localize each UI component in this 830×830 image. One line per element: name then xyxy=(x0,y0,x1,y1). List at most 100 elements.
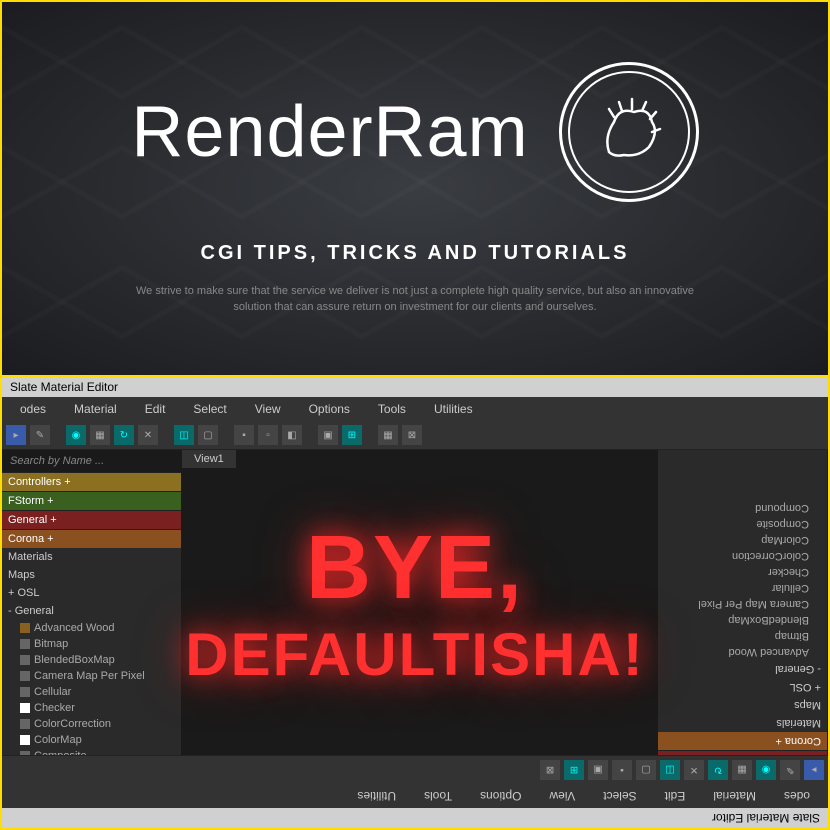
banner-header: RenderRam CGI TIPS, TRICKS AND TUTORIALS… xyxy=(2,2,828,377)
section-maps[interactable]: Maps xyxy=(2,566,181,584)
menu-item[interactable]: Edit xyxy=(651,786,700,806)
tool-icon[interactable]: ↻ xyxy=(708,760,728,780)
category-corona[interactable]: Corona + xyxy=(658,732,827,751)
swatch-icon xyxy=(20,687,30,697)
menu-bar-mirror: odes Material Edit Select View Options T… xyxy=(2,784,828,808)
tool-icon[interactable]: ◉ xyxy=(756,760,776,780)
map-item[interactable]: Camera Map Per Pixel xyxy=(2,668,181,684)
map-item[interactable]: Advanced Wood xyxy=(2,620,181,636)
search-input[interactable]: Search by Name ... xyxy=(2,450,181,472)
menu-edit[interactable]: Edit xyxy=(131,399,180,419)
map-item[interactable]: ColorMap xyxy=(658,532,827,548)
menu-item[interactable]: Tools xyxy=(410,786,466,806)
assign-material-icon[interactable]: ◉ xyxy=(66,425,86,445)
menu-item[interactable]: odes xyxy=(770,786,824,806)
section[interactable]: - General xyxy=(658,660,827,678)
menu-utilities[interactable]: Utilities xyxy=(420,399,487,419)
tool-icon[interactable]: ◧ xyxy=(282,425,302,445)
menu-item[interactable]: Utilities xyxy=(343,786,410,806)
category-corona[interactable]: Corona + xyxy=(2,529,181,548)
banner-tagline: We strive to make sure that the service … xyxy=(135,283,695,316)
section[interactable]: Materials xyxy=(658,714,827,732)
menu-options[interactable]: Options xyxy=(295,399,364,419)
overlay-line2: DEFAULTISHA! xyxy=(185,620,645,689)
toolbar: ▸ ✎ ◉ ▦ ↻ ✕ ◫ ▢ ▪ ▫ ◧ ▣ ⊞ ▦ ⊠ xyxy=(2,421,828,450)
swatch-icon xyxy=(20,719,30,729)
tool-icon[interactable]: ▢ xyxy=(636,760,656,780)
map-item[interactable]: BlendedBoxMap xyxy=(2,652,181,668)
overlay-caption: BYE, DEFAULTISHA! xyxy=(185,517,645,689)
brand-row: RenderRam xyxy=(131,62,698,202)
map-item[interactable]: Advanced Wood xyxy=(658,644,827,660)
tool-icon[interactable]: ▦ xyxy=(732,760,752,780)
map-item[interactable]: Cellular xyxy=(2,684,181,700)
logo-icon xyxy=(559,62,699,202)
swatch-icon xyxy=(20,735,30,745)
menu-bar: odes Material Edit Select View Options T… xyxy=(2,397,828,421)
view-tab[interactable]: View1 xyxy=(182,450,236,468)
swatch-icon xyxy=(20,671,30,681)
banner-subtitle: CGI TIPS, TRICKS AND TUTORIALS xyxy=(201,242,630,265)
menu-select[interactable]: Select xyxy=(179,399,240,419)
eyedropper-tool-icon[interactable]: ✎ xyxy=(30,425,50,445)
menu-view[interactable]: View xyxy=(241,399,295,419)
swatch-icon xyxy=(20,639,30,649)
tool-icon[interactable]: ▦ xyxy=(378,425,398,445)
section-general[interactable]: - General xyxy=(2,602,181,620)
tool-icon[interactable]: ⊠ xyxy=(402,425,422,445)
category-fstorm[interactable]: FStorm + xyxy=(2,491,181,510)
tool-icon[interactable]: ✕ xyxy=(684,760,704,780)
category-controllers[interactable]: Controllers + xyxy=(2,472,181,491)
tool-icon[interactable]: ✎ xyxy=(780,760,800,780)
tool-icon[interactable]: ▸ xyxy=(804,760,824,780)
tool-icon[interactable]: ▢ xyxy=(198,425,218,445)
brand-name: RenderRam xyxy=(131,91,528,173)
map-item[interactable]: Bitmap xyxy=(658,628,827,644)
tool-icon[interactable]: ▣ xyxy=(588,760,608,780)
menu-item[interactable]: Material xyxy=(699,786,770,806)
tool-icon[interactable]: ⊞ xyxy=(564,760,584,780)
tool-icon[interactable]: ⊞ xyxy=(342,425,362,445)
menu-material[interactable]: Material xyxy=(60,399,131,419)
map-item[interactable]: Cellular xyxy=(658,580,827,596)
delete-icon[interactable]: ✕ xyxy=(138,425,158,445)
map-item[interactable]: Bitmap xyxy=(2,636,181,652)
tool-icon[interactable]: ↻ xyxy=(114,425,134,445)
map-item[interactable]: Compound xyxy=(658,500,827,516)
category-general[interactable]: General + xyxy=(2,510,181,529)
menu-tools[interactable]: Tools xyxy=(364,399,420,419)
menu-modes[interactable]: odes xyxy=(6,399,60,419)
map-item[interactable]: BlendedBoxMap xyxy=(658,612,827,628)
menu-item[interactable]: View xyxy=(535,786,589,806)
map-item[interactable]: Camera Map Per Pixel xyxy=(658,596,827,612)
swatch-icon xyxy=(20,623,30,633)
swatch-icon xyxy=(20,703,30,713)
map-item[interactable]: Checker xyxy=(658,564,827,580)
pointer-tool-icon[interactable]: ▸ xyxy=(6,425,26,445)
tool-icon[interactable]: ▫ xyxy=(258,425,278,445)
tool-icon[interactable]: ▪ xyxy=(612,760,632,780)
section[interactable]: + OSL xyxy=(658,678,827,696)
map-item[interactable]: ColorCorrection xyxy=(2,716,181,732)
tool-icon[interactable]: ◫ xyxy=(174,425,194,445)
overlay-line1: BYE, xyxy=(185,517,645,620)
toolbar-mirror: ▸ ✎ ◉ ▦ ↻ ✕ ◫ ▢ ▪ ▣ ⊞ ⊠ xyxy=(2,755,828,784)
slate-material-editor: Slate Material Editor odes Material Edit… xyxy=(2,377,828,828)
mirrored-bottom: Slate Material Editor odes Material Edit… xyxy=(2,755,828,828)
tool-icon[interactable]: ⊠ xyxy=(540,760,560,780)
ram-head-icon xyxy=(584,87,674,177)
tool-icon[interactable]: ▦ xyxy=(90,425,110,445)
map-item[interactable]: Checker xyxy=(2,700,181,716)
menu-item[interactable]: Select xyxy=(589,786,650,806)
tool-icon[interactable]: ▣ xyxy=(318,425,338,445)
section[interactable]: Maps xyxy=(658,696,827,714)
map-item[interactable]: ColorMap xyxy=(2,732,181,748)
map-item[interactable]: ColorCorrection xyxy=(658,548,827,564)
menu-item[interactable]: Options xyxy=(466,786,535,806)
map-item[interactable]: Composite xyxy=(658,516,827,532)
tool-icon[interactable]: ◫ xyxy=(660,760,680,780)
tool-icon[interactable]: ▪ xyxy=(234,425,254,445)
window-title: Slate Material Editor xyxy=(2,377,828,397)
section-materials[interactable]: Materials xyxy=(2,548,181,566)
section-osl[interactable]: + OSL xyxy=(2,584,181,602)
